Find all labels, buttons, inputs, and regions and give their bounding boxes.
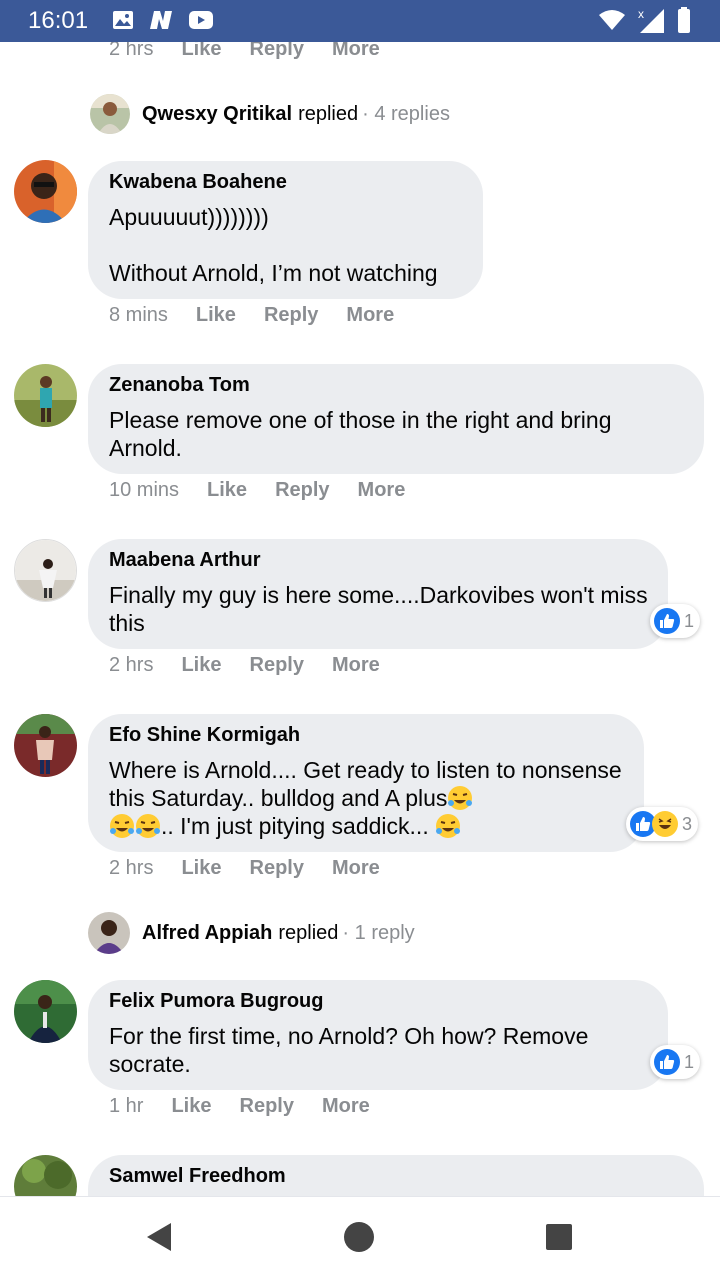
wifi-icon [598, 9, 626, 36]
signal-icon: x [636, 6, 666, 39]
more-button[interactable]: More [346, 304, 394, 327]
reaction-count: 3 [682, 813, 693, 834]
home-icon[interactable] [343, 1221, 375, 1258]
battery-icon [676, 6, 692, 39]
more-button[interactable]: More [332, 857, 380, 880]
more-button[interactable]: More [332, 654, 380, 677]
more-button[interactable]: More [332, 42, 380, 61]
like-reaction-icon [654, 608, 680, 634]
status-bar: 16:01 x [0, 0, 720, 42]
comment-text-part: .. I'm just pitying saddick... [161, 813, 436, 839]
avatar[interactable] [14, 160, 77, 223]
haha-reaction-icon [652, 811, 678, 837]
more-button[interactable]: More [322, 1095, 370, 1118]
avatar[interactable] [14, 1155, 77, 1196]
comment-time: 10 mins [109, 479, 180, 501]
like-button[interactable]: Like [181, 42, 221, 61]
comment-bubble[interactable]: Kwabena Boahene Apuuuuut)))))))) Without… [88, 161, 483, 299]
comment-time: 2 hrs [109, 857, 154, 879]
view-replies-link[interactable]: Alfred Appiah replied · 1 reply [88, 912, 415, 954]
rofl-emoji-icon [448, 786, 473, 810]
comment-author[interactable]: Efo Shine Kormigah [109, 724, 624, 746]
reaction-count: 1 [684, 610, 695, 631]
reply-button[interactable]: Reply [250, 654, 304, 677]
recents-icon[interactable] [545, 1221, 573, 1256]
back-icon[interactable] [144, 1221, 174, 1258]
comment-author[interactable]: Samwel Freedhom [109, 1165, 684, 1187]
like-button[interactable]: Like [181, 857, 221, 880]
comment-bubble[interactable]: Samwel Freedhom [88, 1155, 704, 1196]
reply-button[interactable]: Reply [250, 857, 304, 880]
comment-bubble[interactable]: Zenanoba Tom Please remove one of those … [88, 364, 704, 474]
avatar[interactable] [14, 980, 77, 1043]
comment-author[interactable]: Zenanoba Tom [109, 374, 684, 396]
rofl-emoji-icon [110, 814, 134, 838]
like-button[interactable]: Like [171, 1095, 211, 1118]
comment-time: 2 hrs [109, 42, 154, 60]
reply-count: · 1 reply [342, 921, 415, 944]
navigation-bar [0, 1196, 720, 1280]
avatar [88, 912, 130, 954]
replier-name: Alfred Appiah [142, 921, 273, 944]
reply-button[interactable]: Reply [240, 1095, 294, 1118]
comment-actions: 2 hrs Like Reply More [109, 654, 408, 677]
comment-actions: 1 hr Like Reply More [109, 1095, 398, 1118]
like-button[interactable]: Like [196, 304, 236, 327]
comment-text: Apuuuuut)))))))) Without Arnold, I’m not… [109, 204, 438, 286]
comment-author[interactable]: Felix Pumora Bugroug [109, 990, 648, 1012]
status-time: 16:01 [28, 7, 89, 34]
reaction-summary[interactable]: 1 [650, 1045, 701, 1079]
replied-label: replied [278, 921, 339, 944]
comment-text: Where is Arnold.... Get ready to listen … [109, 756, 624, 840]
avatar[interactable] [14, 714, 77, 777]
comment-time: 8 mins [109, 304, 168, 326]
gallery-icon [112, 10, 134, 35]
replied-label: replied [298, 102, 359, 125]
comment-actions: 10 mins Like Reply More [109, 479, 433, 502]
reply-count: · 4 replies [362, 102, 450, 125]
like-button[interactable]: Like [181, 654, 221, 677]
comment-bubble[interactable]: Maabena Arthur Finally my guy is here so… [88, 539, 668, 649]
comments-feed[interactable]: 2 hrs Like Reply More Qwesxy Qritikal re… [0, 42, 720, 1196]
comment-time: 2 hrs [109, 654, 154, 676]
n-app-icon [148, 10, 174, 35]
avatar [90, 94, 130, 134]
comment-text: For the first time, no Arnold? Oh how? R… [109, 1023, 589, 1077]
reply-button[interactable]: Reply [250, 42, 304, 61]
comment-actions: 8 mins Like Reply More [109, 304, 422, 327]
view-replies-link[interactable]: Qwesxy Qritikal replied · 4 replies [90, 94, 450, 134]
reply-button[interactable]: Reply [264, 304, 318, 327]
avatar[interactable] [14, 364, 77, 427]
like-button[interactable]: Like [207, 479, 247, 502]
avatar[interactable] [14, 539, 77, 602]
comment-time: 1 hr [109, 1095, 144, 1117]
comment-bubble[interactable]: Efo Shine Kormigah Where is Arnold.... G… [88, 714, 644, 852]
comment-author[interactable]: Kwabena Boahene [109, 171, 463, 193]
comment-actions: 2 hrs Like Reply More [109, 857, 408, 880]
comment-text: Please remove one of those in the right … [109, 407, 612, 461]
svg-text:x: x [638, 7, 644, 21]
rofl-emoji-icon [136, 814, 160, 838]
reaction-summary[interactable]: 1 [650, 604, 701, 638]
reaction-count: 1 [684, 1051, 695, 1072]
like-reaction-icon [654, 1049, 680, 1075]
reply-button[interactable]: Reply [275, 479, 329, 502]
comment-actions: 2 hrs Like Reply More [109, 42, 408, 61]
comment-bubble[interactable]: Felix Pumora Bugroug For the first time,… [88, 980, 668, 1090]
youtube-icon [188, 10, 214, 35]
comment-author[interactable]: Maabena Arthur [109, 549, 648, 571]
reaction-summary[interactable]: 3 [626, 807, 699, 841]
comment-text: Finally my guy is here some....Darkovibe… [109, 582, 648, 636]
replier-name: Qwesxy Qritikal [142, 102, 293, 125]
comment-text-part: Where is Arnold.... Get ready to listen … [109, 757, 622, 811]
more-button[interactable]: More [358, 479, 406, 502]
rofl-emoji-icon [436, 814, 461, 838]
